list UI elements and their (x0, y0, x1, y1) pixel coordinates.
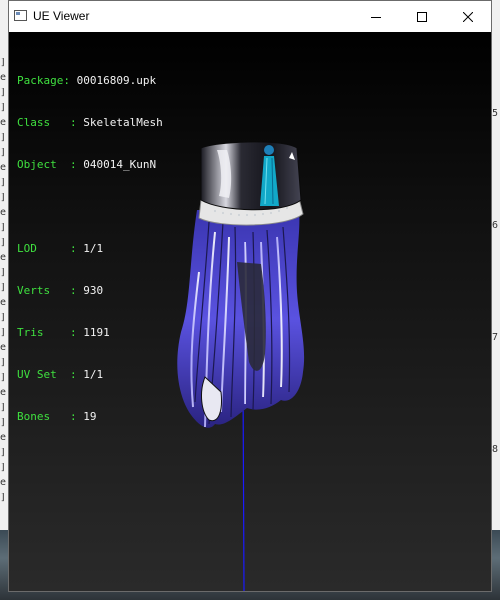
desktop-left-fragment: ] (0, 493, 7, 503)
minimize-icon (371, 16, 381, 18)
desktop-left-fragment: ] (0, 373, 7, 383)
desktop-left-fragment: e (0, 163, 7, 173)
desktop-left-fragment: ] (0, 268, 7, 278)
title-bar[interactable]: UE Viewer (9, 1, 491, 32)
minimize-button[interactable] (353, 1, 399, 32)
maximize-button[interactable] (399, 1, 445, 32)
desktop-left-fragment: ] (0, 463, 7, 473)
desktop-left-fragment: ] (0, 223, 7, 233)
desktop-right-fragment: 7 (492, 332, 499, 343)
desktop-left-fragment: ] (0, 358, 7, 368)
desktop-left-fragment: ] (0, 148, 7, 158)
hair-mass (177, 210, 305, 428)
desktop-right-fragment: 6 (492, 220, 499, 231)
desktop-left-fragment: ] (0, 193, 7, 203)
desktop-left-fragment: ] (0, 283, 7, 293)
desktop-left-fragment: ] (0, 103, 7, 113)
desktop-right-fragment: 8 (492, 444, 499, 455)
desktop-left-fragment: e (0, 433, 7, 443)
skeletal-mesh-render (177, 141, 305, 591)
desktop-left-fragment: ] (0, 238, 7, 248)
desktop-left-fragment: ] (0, 403, 7, 413)
desktop-left-fragment: e (0, 298, 7, 308)
desktop-left-fragment: ] (0, 328, 7, 338)
desktop-left-fragment: ] (0, 178, 7, 188)
3d-viewport[interactable]: Package: 00016809.upk Class : SkeletalMe… (9, 32, 491, 591)
ue-viewer-window: UE Viewer Package: 00016809.upk Class : … (8, 0, 492, 592)
desktop-right-strip: 5 6 7 8 (491, 0, 500, 600)
desktop-left-fragment: e (0, 208, 7, 218)
desktop-left-fragment: ] (0, 88, 7, 98)
desktop-left-fragment: ] (0, 58, 7, 68)
desktop-left-fragment: e (0, 73, 7, 83)
desktop-left-fragment: e (0, 388, 7, 398)
hat-body (200, 141, 302, 211)
desktop-left-fragment: e (0, 118, 7, 128)
desktop-left-fragment: ] (0, 418, 7, 428)
desktop-left-fragment: ] (0, 448, 7, 458)
close-button[interactable] (445, 1, 491, 32)
close-icon (463, 11, 473, 22)
window-title: UE Viewer (33, 9, 90, 23)
app-window-icon[interactable] (14, 10, 27, 21)
desktop-left-fragment: e (0, 253, 7, 263)
desktop-left-fragment: e (0, 478, 7, 488)
desktop-left-fragment: ] (0, 313, 7, 323)
desktop-left-fragment: e (0, 343, 7, 353)
maximize-icon (417, 11, 427, 22)
desktop-left-fragment: ] (0, 133, 7, 143)
desktop-right-fragment: 5 (492, 108, 499, 119)
